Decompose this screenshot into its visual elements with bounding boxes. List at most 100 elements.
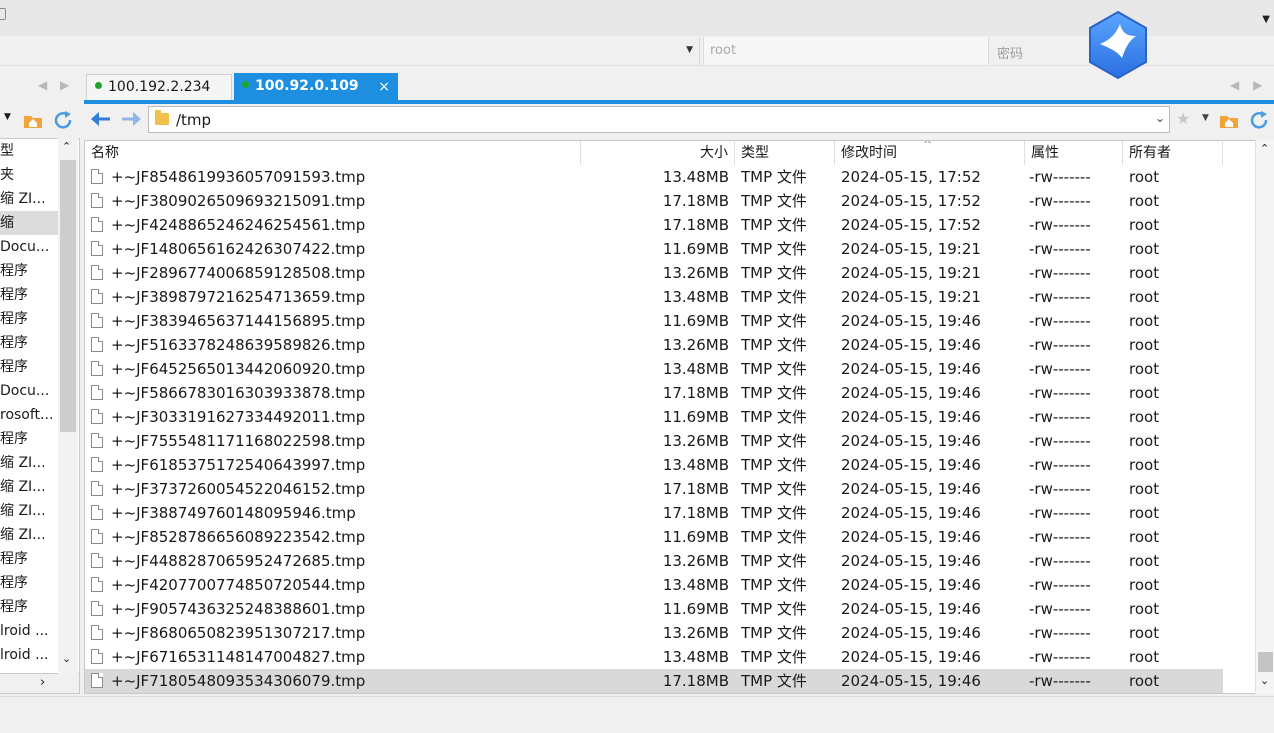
- left-list-item[interactable]: 缩 ZI...: [0, 451, 60, 475]
- left-list-item[interactable]: 缩 ZI...: [0, 187, 60, 211]
- table-row[interactable]: +~JF1480656162426307422.tmp 11.69MB TMP …: [85, 237, 1223, 261]
- left-list-item[interactable]: 程序: [0, 331, 60, 355]
- close-tab-icon[interactable]: ×: [378, 79, 390, 95]
- left-horizontal-scrollbar[interactable]: ›: [0, 674, 80, 694]
- table-row[interactable]: +~JF3737260054522046152.tmp 17.18MB TMP …: [85, 477, 1223, 501]
- tab-session-1[interactable]: 100.192.2.234: [86, 74, 232, 100]
- bookmark-dropdown-icon[interactable]: ▼: [1202, 113, 1209, 123]
- left-list-item[interactable]: 缩 ZI...: [0, 475, 60, 499]
- window-menu-dropdown-icon[interactable]: ▼: [1262, 14, 1270, 25]
- table-row[interactable]: +~JF3898797216254713659.tmp 13.48MB TMP …: [85, 285, 1223, 309]
- left-list-item[interactable]: 程序: [0, 595, 60, 619]
- left-list-item[interactable]: Docu...: [0, 379, 60, 403]
- table-row[interactable]: +~JF9057436325248388601.tmp 11.69MB TMP …: [85, 597, 1223, 621]
- file-name-cell[interactable]: +~JF4248865246246254561.tmp: [91, 213, 579, 237]
- scroll-down-icon[interactable]: ⌄: [1260, 674, 1269, 687]
- column-header-name[interactable]: 名称: [85, 141, 581, 165]
- table-row[interactable]: +~JF6452565013442060920.tmp 13.48MB TMP …: [85, 357, 1223, 381]
- left-list-item[interactable]: 程序: [0, 427, 60, 451]
- file-name-cell[interactable]: +~JF4488287065952472685.tmp: [91, 549, 579, 573]
- scroll-right-icon[interactable]: ›: [40, 675, 45, 690]
- left-dropdown-icon[interactable]: ▼: [4, 112, 11, 122]
- username-field[interactable]: root: [703, 37, 989, 65]
- table-row[interactable]: +~JF4207700774850720544.tmp 13.48MB TMP …: [85, 573, 1223, 597]
- column-header-type[interactable]: 类型: [735, 141, 835, 165]
- file-table[interactable]: 名称 大小 类型 修改时间 ^ 属性 所有者 +~JF8548619936057…: [84, 140, 1256, 694]
- left-list-item[interactable]: 缩 ZI...: [0, 499, 60, 523]
- file-name-cell[interactable]: +~JF8680650823951307217.tmp: [91, 621, 579, 645]
- left-list-header[interactable]: 型: [0, 139, 60, 163]
- home-folder-icon[interactable]: [1219, 111, 1239, 129]
- table-row[interactable]: +~JF4248865246246254561.tmp 17.18MB TMP …: [85, 213, 1223, 237]
- left-list-item[interactable]: 程序: [0, 355, 60, 379]
- tabs-prev-icon[interactable]: ◀: [1230, 78, 1239, 92]
- column-header-size[interactable]: 大小: [581, 141, 735, 165]
- left-tabs-next-icon[interactable]: ▶: [60, 78, 69, 92]
- table-row[interactable]: +~JF3839465637144156895.tmp 11.69MB TMP …: [85, 309, 1223, 333]
- column-header-owner[interactable]: 所有者: [1123, 141, 1223, 165]
- left-list-item[interactable]: 程序: [0, 571, 60, 595]
- left-list-item-selected[interactable]: 缩: [0, 211, 60, 235]
- table-row[interactable]: +~JF3809026509693215091.tmp 17.18MB TMP …: [85, 189, 1223, 213]
- table-row[interactable]: +~JF5163378248639589826.tmp 13.26MB TMP …: [85, 333, 1223, 357]
- left-vertical-scrollbar[interactable]: ⌃ ⌄: [58, 138, 78, 674]
- left-tabs-prev-icon[interactable]: ◀: [38, 78, 47, 92]
- left-scroll-thumb[interactable]: [60, 160, 76, 432]
- back-arrow-icon[interactable]: [90, 110, 112, 128]
- table-row[interactable]: +~JF5866783016303933878.tmp 17.18MB TMP …: [85, 381, 1223, 405]
- left-list-item[interactable]: lroid ...: [0, 643, 60, 667]
- file-name-cell[interactable]: +~JF7180548093534306079.tmp: [91, 669, 579, 693]
- file-name-cell[interactable]: +~JF4207700774850720544.tmp: [91, 573, 579, 597]
- table-row[interactable]: +~JF4488287065952472685.tmp 13.26MB TMP …: [85, 549, 1223, 573]
- column-header-perm[interactable]: 属性: [1025, 141, 1123, 165]
- file-name-cell[interactable]: +~JF7555481171168022598.tmp: [91, 429, 579, 453]
- file-name-cell[interactable]: +~JF5866783016303933878.tmp: [91, 381, 579, 405]
- table-row[interactable]: +~JF7555481171168022598.tmp 13.26MB TMP …: [85, 429, 1223, 453]
- left-list-item[interactable]: 程序: [0, 547, 60, 571]
- file-name-cell[interactable]: +~JF5163378248639589826.tmp: [91, 333, 579, 357]
- table-row[interactable]: +~JF2896774006859128508.tmp 13.26MB TMP …: [85, 261, 1223, 285]
- left-list-item[interactable]: 程序: [0, 259, 60, 283]
- file-name-cell[interactable]: +~JF6716531148147004827.tmp: [91, 645, 579, 669]
- file-name-cell[interactable]: +~JF3898797216254713659.tmp: [91, 285, 579, 309]
- file-name-cell[interactable]: +~JF8548619936057091593.tmp: [91, 165, 579, 189]
- file-name-cell[interactable]: +~JF2896774006859128508.tmp: [91, 261, 579, 285]
- left-list-item[interactable]: 缩 ZI...: [0, 523, 60, 547]
- host-dropdown-icon[interactable]: ▼: [686, 45, 693, 55]
- left-refresh-icon[interactable]: [52, 110, 74, 130]
- tab-session-2-active[interactable]: 100.92.0.109 ×: [234, 73, 398, 101]
- path-history-dropdown-icon[interactable]: ⌄: [1155, 111, 1165, 125]
- file-name-cell[interactable]: +~JF3809026509693215091.tmp: [91, 189, 579, 213]
- table-row[interactable]: +~JF8548619936057091593.tmp 13.48MB TMP …: [85, 165, 1223, 189]
- left-list-item[interactable]: lroid ...: [0, 619, 60, 643]
- table-row[interactable]: +~JF8528786656089223542.tmp 11.69MB TMP …: [85, 525, 1223, 549]
- tabs-next-icon[interactable]: ▶: [1253, 78, 1262, 92]
- file-name-cell[interactable]: +~JF6452565013442060920.tmp: [91, 357, 579, 381]
- scroll-down-icon[interactable]: ⌄: [62, 652, 71, 665]
- table-row-selected[interactable]: +~JF7180548093534306079.tmp 17.18MB TMP …: [85, 669, 1223, 693]
- refresh-icon[interactable]: [1248, 110, 1270, 130]
- left-list-item[interactable]: 程序: [0, 307, 60, 331]
- scroll-thumb[interactable]: [1258, 652, 1273, 672]
- file-name-cell[interactable]: +~JF3033191627334492011.tmp: [91, 405, 579, 429]
- file-name-cell[interactable]: +~JF8528786656089223542.tmp: [91, 525, 579, 549]
- file-name-cell[interactable]: +~JF3839465637144156895.tmp: [91, 309, 579, 333]
- star-icon[interactable]: ★: [1176, 109, 1190, 128]
- left-list-item[interactable]: 夹: [0, 163, 60, 187]
- file-name-cell[interactable]: +~JF3737260054522046152.tmp: [91, 477, 579, 501]
- app-menu-icon[interactable]: [0, 8, 6, 20]
- table-row[interactable]: +~JF3033191627334492011.tmp 11.69MB TMP …: [85, 405, 1223, 429]
- bird-logo-icon[interactable]: [1086, 10, 1150, 80]
- scroll-up-icon[interactable]: ⌃: [62, 140, 71, 153]
- left-home-folder-icon[interactable]: [23, 111, 43, 129]
- forward-arrow-icon[interactable]: [120, 110, 142, 128]
- left-list-item[interactable]: rosoft...: [0, 403, 60, 427]
- host-combo[interactable]: ▼: [0, 37, 700, 65]
- path-input[interactable]: /tmp ⌄: [148, 106, 1170, 133]
- file-name-cell[interactable]: +~JF6185375172540643997.tmp: [91, 453, 579, 477]
- table-row[interactable]: +~JF8680650823951307217.tmp 13.26MB TMP …: [85, 621, 1223, 645]
- file-name-cell[interactable]: +~JF1480656162426307422.tmp: [91, 237, 579, 261]
- file-table-vertical-scrollbar[interactable]: ⌃ ⌄: [1255, 140, 1274, 694]
- file-name-cell[interactable]: +~JF388749760148095946.tmp: [91, 501, 579, 525]
- file-name-cell[interactable]: +~JF9057436325248388601.tmp: [91, 597, 579, 621]
